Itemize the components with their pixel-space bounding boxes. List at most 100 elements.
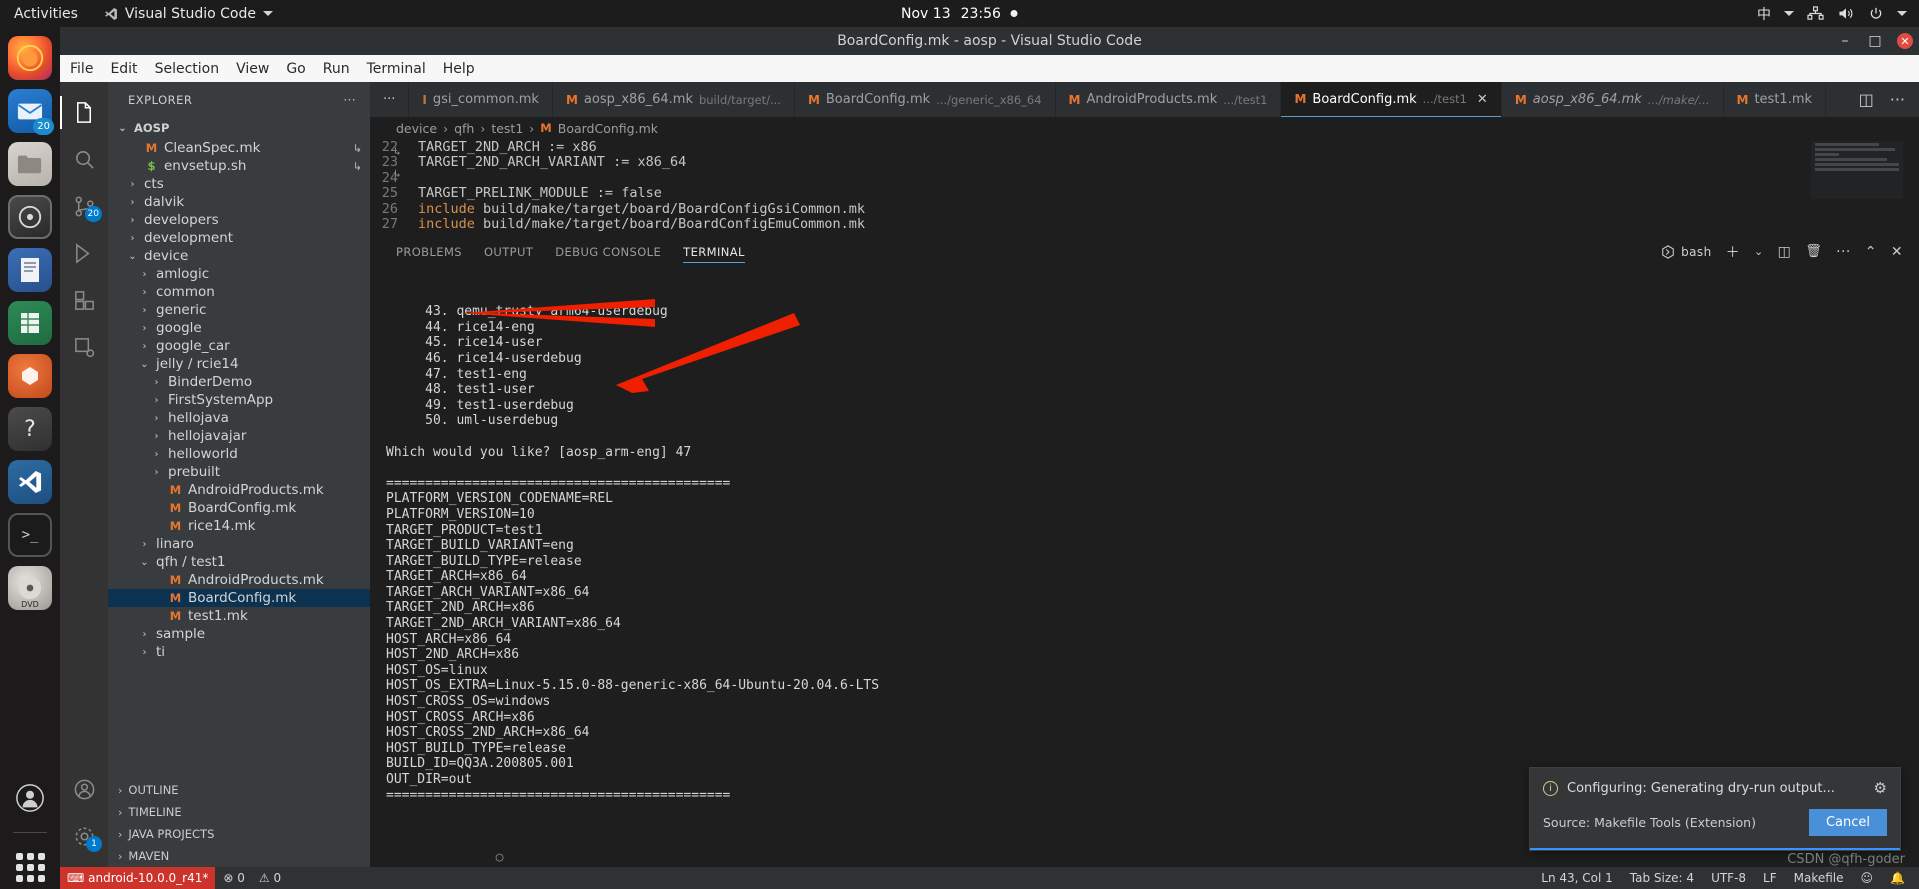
tree-item[interactable]: $ envsetup.sh ↳	[108, 157, 370, 175]
dock-item-firefox[interactable]	[8, 36, 52, 80]
editor-tab[interactable]: M BoardConfig.mk .../generic_x86_64	[794, 82, 1056, 117]
menu-go[interactable]: Go	[286, 61, 305, 77]
tree-item[interactable]: › amlogic	[108, 265, 370, 283]
minimize-button[interactable]: –	[1837, 33, 1853, 49]
editor-tab[interactable]: Maosp_x86_64.mk .../make/...	[1501, 82, 1724, 117]
remote-indicator[interactable]: ⌨ android-10.0.0_r41*	[60, 867, 216, 889]
menu-help[interactable]: Help	[443, 61, 475, 77]
tab-size[interactable]: Tab Size: 4	[1630, 871, 1694, 885]
app-menu[interactable]: Visual Studio Code	[104, 6, 274, 22]
dock-item-rhythmbox[interactable]	[8, 195, 52, 239]
tree-item[interactable]: ⌄ qfh / test1	[108, 553, 370, 571]
editor-tab-bar[interactable]: ··· Igsi_common.mk Maosp_x86_64.mk build/ta…	[370, 82, 1919, 117]
chevron-down-icon[interactable]: ⌄	[1754, 245, 1764, 258]
tree-item[interactable]: › common	[108, 283, 370, 301]
breadcrumb[interactable]: device › qfh › test1 › M BoardConfig.mk	[370, 117, 1919, 139]
sidebar-section-maven[interactable]: › MAVEN	[108, 845, 370, 867]
tree-item[interactable]: Mtest1.mk	[108, 607, 370, 625]
tree-item[interactable]: M CleanSpec.mk ↳	[108, 139, 370, 157]
tree-item[interactable]: Mrice14.mk	[108, 517, 370, 535]
eol[interactable]: LF	[1763, 871, 1777, 885]
activity-manage-settings-icon[interactable]: 1	[60, 814, 108, 859]
close-tab-icon[interactable]: ✕	[1477, 92, 1488, 107]
tab-debug-console[interactable]: DEBUG CONSOLE	[555, 234, 661, 269]
dock-item-ubuntu-software[interactable]	[8, 354, 52, 398]
tree-item[interactable]: › ti	[108, 643, 370, 661]
tree-item[interactable]: ⌄ jelly / rcie14	[108, 355, 370, 373]
dock-item-show-applications[interactable]	[8, 845, 52, 889]
activities-button[interactable]: Activities	[14, 6, 78, 22]
close-button[interactable]: ✕	[1897, 33, 1913, 49]
dock-item-files[interactable]	[8, 142, 52, 186]
tree-item[interactable]: › google	[108, 319, 370, 337]
code-editor[interactable]: 22 TARGET_2ND_ARCH := x86 23 TARGET_2ND_ARC…	[370, 139, 1919, 234]
volume-icon[interactable]	[1837, 6, 1855, 21]
dock-item-help[interactable]: ?	[8, 407, 52, 451]
sidebar-section-java-projects[interactable]: › JAVA PROJECTS	[108, 823, 370, 845]
tree-item[interactable]: M AndroidProducts.mk	[108, 481, 370, 499]
new-terminal-icon[interactable]: ＋	[1726, 242, 1740, 262]
breadcrumb-file[interactable]: BoardConfig.mk	[558, 121, 658, 136]
encoding[interactable]: UTF-8	[1711, 871, 1746, 885]
tree-item[interactable]: › hellojava	[108, 409, 370, 427]
split-terminal-icon[interactable]: ◫	[1778, 244, 1792, 260]
feedback-icon[interactable]: ☺	[1861, 871, 1874, 885]
split-editor-icon[interactable]: ◫	[1859, 90, 1874, 109]
kill-terminal-icon[interactable]: 🗑	[1805, 244, 1822, 259]
activity-remote-explorer-icon[interactable]	[60, 325, 108, 370]
cursor-position[interactable]: Ln 43, Col 1	[1541, 871, 1613, 885]
breadcrumb-qfh[interactable]: qfh	[454, 121, 474, 136]
input-method-indicator[interactable]: 中	[1757, 4, 1771, 24]
maximize-button[interactable]: □	[1867, 33, 1883, 49]
more-actions-icon[interactable]: ···	[1836, 244, 1851, 260]
tab-output[interactable]: OUTPUT	[484, 234, 533, 269]
tab-overflow-icon[interactable]: ···	[383, 92, 395, 107]
close-panel-icon[interactable]: ✕	[1891, 244, 1903, 260]
dock-item-libreoffice-calc[interactable]	[8, 301, 52, 345]
menu-view[interactable]: View	[236, 61, 269, 77]
activity-accounts-icon[interactable]	[60, 767, 108, 812]
tree-item[interactable]: › cts	[108, 175, 370, 193]
language-mode[interactable]: Makefile	[1794, 871, 1844, 885]
power-icon[interactable]	[1868, 6, 1884, 21]
tree-item[interactable]: › linaro	[108, 535, 370, 553]
input-method-chevron-icon[interactable]	[1784, 11, 1794, 16]
dock-item-thunderbird[interactable]: 20	[8, 89, 54, 135]
tree-item[interactable]: › development	[108, 229, 370, 247]
menu-selection[interactable]: Selection	[155, 61, 220, 77]
dock-item-libreoffice-writer[interactable]	[8, 248, 52, 292]
tree-item[interactable]: M BoardConfig.mk	[108, 589, 370, 607]
tree-item[interactable]: › google_car	[108, 337, 370, 355]
dock-item-dvd[interactable]: DVD	[8, 566, 52, 610]
menu-edit[interactable]: Edit	[110, 61, 137, 77]
dock-item-terminal[interactable]: >_	[8, 513, 52, 557]
file-tree[interactable]: M CleanSpec.mk ↳ $ envsetup.sh ↳ › cts › dalvik › d…	[108, 139, 370, 779]
editor-tab[interactable]: Igsi_common.mk	[409, 82, 553, 117]
tab-overflow[interactable]: ···	[370, 82, 410, 117]
sidebar-section-timeline[interactable]: › TIMELINE	[108, 801, 370, 823]
notification-toast[interactable]: i Configuring: Generating dry-run output…	[1529, 767, 1901, 851]
warning-count[interactable]: ⚠ 0	[259, 871, 281, 885]
dock-item-user[interactable]	[8, 776, 52, 820]
gear-icon[interactable]: ⚙	[1874, 779, 1887, 797]
cancel-button[interactable]: Cancel	[1808, 809, 1887, 836]
activity-run-debug-icon[interactable]	[60, 231, 108, 276]
fold-arrow-icon[interactable]: ↳	[394, 145, 401, 158]
activity-search-icon[interactable]	[60, 137, 108, 182]
notification-bell-icon[interactable]: 🔔	[1890, 871, 1905, 885]
sidebar-more-icon[interactable]: ···	[344, 93, 356, 107]
breadcrumb-device[interactable]: device	[396, 121, 437, 136]
dock-item-vscode[interactable]	[8, 460, 52, 504]
activity-explorer-icon[interactable]	[60, 90, 108, 135]
tree-item[interactable]: › dalvik	[108, 193, 370, 211]
system-menu-chevron-icon[interactable]	[1897, 11, 1907, 16]
menu-run[interactable]: Run	[323, 61, 350, 77]
tree-item[interactable]: › sample	[108, 625, 370, 643]
tree-item[interactable]: ⌄ device	[108, 247, 370, 265]
tree-item[interactable]: M BoardConfig.mk	[108, 499, 370, 517]
editor-tab[interactable]: Maosp_x86_64.mk build/target/...	[552, 82, 795, 117]
maximize-panel-icon[interactable]: ⌃	[1865, 244, 1877, 260]
activity-source-control-icon[interactable]: 20	[60, 184, 108, 229]
tree-item[interactable]: › hellojavajar	[108, 427, 370, 445]
tree-item[interactable]: › prebuilt	[108, 463, 370, 481]
